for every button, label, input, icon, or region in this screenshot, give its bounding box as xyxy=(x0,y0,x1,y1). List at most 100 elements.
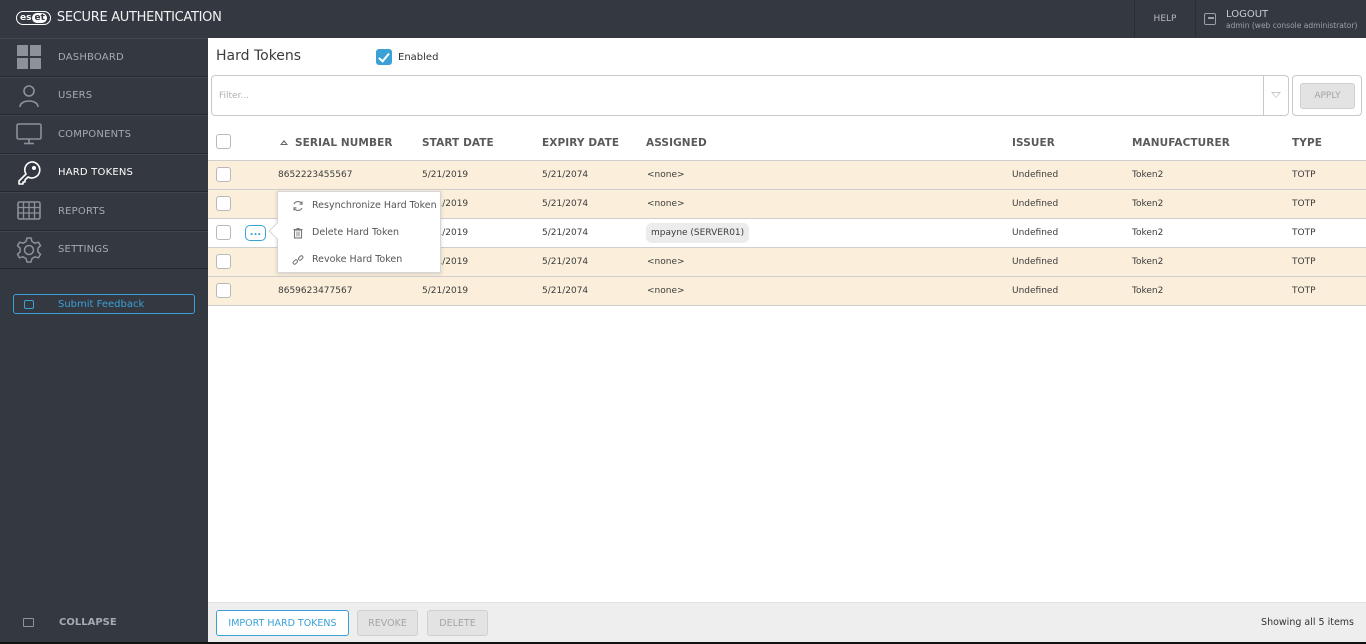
assigned-user-chip[interactable]: mpayne (SERVER01) xyxy=(646,223,750,243)
user-icon xyxy=(16,83,42,109)
menu-item-label: Resynchronize Hard Token xyxy=(312,200,437,211)
cell-expiry-date: 5/21/2074 xyxy=(542,170,589,180)
cell-expiry-date: 5/21/2074 xyxy=(542,257,589,267)
unlink-icon xyxy=(292,254,304,266)
cell-type: TOTP xyxy=(1292,257,1316,267)
cell-assigned: <none> xyxy=(647,170,685,180)
current-user-label: admin (web console administrator) xyxy=(1226,20,1358,30)
sidebar-item-label: HARD TOKENS xyxy=(58,167,134,179)
delete-button[interactable]: DELETE xyxy=(427,610,488,636)
row-context-menu: Resynchronize Hard Token Delete Hard Tok… xyxy=(268,191,441,273)
column-header-serial-number[interactable]: SERIAL NUMBER xyxy=(280,124,393,161)
enabled-label: Enabled xyxy=(398,51,439,63)
grid-icon xyxy=(16,198,42,224)
cell-assigned: <none> xyxy=(647,286,685,296)
cell-issuer: Undefined xyxy=(1012,170,1059,180)
column-header-issuer[interactable]: ISSUER xyxy=(1012,124,1055,161)
apply-button[interactable]: APPLY xyxy=(1300,83,1355,109)
gear-icon xyxy=(16,237,42,263)
cell-manufacturer: Token2 xyxy=(1132,170,1164,180)
sidebar-item-settings[interactable]: SETTINGS xyxy=(0,230,208,269)
items-count-status: Showing all 5 items xyxy=(1261,617,1354,628)
row-actions-button[interactable]: ... xyxy=(245,225,266,241)
checkbox-checked-icon xyxy=(376,49,392,65)
menu-item-delete[interactable]: Delete Hard Token xyxy=(278,219,440,246)
sidebar-item-users[interactable]: USERS xyxy=(0,76,208,115)
row-checkbox[interactable] xyxy=(216,196,231,211)
cell-assigned: <none> xyxy=(647,257,685,267)
column-header-start-date[interactable]: START DATE xyxy=(422,124,494,161)
sidebar: DASHBOARD USERS COMPONENTS HARD TOKENS R… xyxy=(0,38,208,644)
logout-icon xyxy=(1204,13,1216,25)
column-header-expiry-date[interactable]: EXPIRY DATE xyxy=(542,124,619,161)
filter-input[interactable] xyxy=(212,76,1264,115)
table-row[interactable]: 8659623477567 5/21/2019 5/21/2074 <none>… xyxy=(208,277,1366,306)
cell-manufacturer: Token2 xyxy=(1132,228,1164,238)
main-content: Hard Tokens Enabled APPLY SERIAL NUMBER … xyxy=(208,38,1366,644)
dashboard-icon xyxy=(16,44,42,70)
column-header-label: SERIAL NUMBER xyxy=(295,136,393,149)
sidebar-item-reports[interactable]: REPORTS xyxy=(0,192,208,231)
filter-dropdown-toggle[interactable] xyxy=(1263,76,1288,115)
sidebar-item-hard-tokens[interactable]: HARD TOKENS xyxy=(0,153,208,192)
logout-label: LOGOUT xyxy=(1226,8,1269,20)
cell-manufacturer: Token2 xyxy=(1132,286,1164,296)
sync-icon xyxy=(292,200,304,212)
column-header-type[interactable]: TYPE xyxy=(1292,124,1322,161)
enabled-checkbox[interactable]: Enabled xyxy=(376,49,438,65)
collapse-label: COLLAPSE xyxy=(59,616,117,628)
collapse-sidebar-button[interactable]: COLLAPSE xyxy=(0,614,208,630)
menu-item-revoke[interactable]: Revoke Hard Token xyxy=(278,246,440,273)
cell-type: TOTP xyxy=(1292,199,1316,209)
cell-issuer: Undefined xyxy=(1012,257,1059,267)
top-bar: es et SECURE AUTHENTICATION HELP LOGOUT a… xyxy=(0,0,1366,38)
row-checkbox[interactable] xyxy=(216,225,231,240)
revoke-button[interactable]: REVOKE xyxy=(357,610,418,636)
page-title: Hard Tokens xyxy=(216,48,302,64)
sidebar-item-label: USERS xyxy=(58,90,93,102)
cell-assigned: mpayne (SERVER01) xyxy=(646,219,750,247)
sidebar-item-label: COMPONENTS xyxy=(58,128,132,140)
column-header-manufacturer[interactable]: MANUFACTURER xyxy=(1132,124,1230,161)
row-checkbox[interactable] xyxy=(216,254,231,269)
sidebar-item-dashboard[interactable]: DASHBOARD xyxy=(0,38,208,77)
cell-expiry-date: 5/21/2074 xyxy=(542,286,589,296)
cell-assigned: <none> xyxy=(647,199,685,209)
menu-item-label: Delete Hard Token xyxy=(312,227,400,238)
row-checkbox[interactable] xyxy=(216,167,231,182)
submit-feedback-button[interactable]: Submit Feedback xyxy=(13,294,195,314)
cell-serial: 8659623477567 xyxy=(278,286,353,296)
cell-issuer: Undefined xyxy=(1012,199,1059,209)
cell-type: TOTP xyxy=(1292,286,1316,296)
monitor-icon xyxy=(16,121,42,147)
filter-box xyxy=(211,75,1289,116)
cell-manufacturer: Token2 xyxy=(1132,257,1164,267)
cell-issuer: Undefined xyxy=(1012,228,1059,238)
cell-type: TOTP xyxy=(1292,170,1316,180)
collapse-icon xyxy=(23,617,34,627)
trash-icon xyxy=(292,227,304,239)
table-row[interactable]: 8652223455567 5/21/2019 5/21/2074 <none>… xyxy=(208,161,1366,190)
cell-start-date: 5/21/2019 xyxy=(422,286,469,296)
cell-type: TOTP xyxy=(1292,228,1316,238)
menu-item-resynchronize[interactable]: Resynchronize Hard Token xyxy=(278,192,440,219)
key-icon xyxy=(16,160,42,186)
chat-icon xyxy=(24,299,34,309)
eset-logo-icon: es et xyxy=(16,10,51,25)
sidebar-item-label: SETTINGS xyxy=(58,244,109,256)
logout-button[interactable]: LOGOUT admin (web console administrator) xyxy=(1204,0,1357,38)
help-button[interactable]: HELP xyxy=(1134,0,1196,38)
import-hard-tokens-button[interactable]: IMPORT HARD TOKENS xyxy=(216,610,349,636)
sidebar-item-label: REPORTS xyxy=(58,205,106,217)
cell-issuer: Undefined xyxy=(1012,286,1059,296)
select-all-checkbox[interactable] xyxy=(216,134,231,149)
app-title: SECURE AUTHENTICATION xyxy=(56,10,222,25)
sidebar-item-components[interactable]: COMPONENTS xyxy=(0,115,208,154)
menu-item-label: Revoke Hard Token xyxy=(312,254,403,265)
cell-start-date: 5/21/2019 xyxy=(422,170,469,180)
row-checkbox[interactable] xyxy=(216,283,231,298)
column-header-assigned[interactable]: ASSIGNED xyxy=(646,124,707,161)
cell-expiry-date: 5/21/2074 xyxy=(542,228,589,238)
cell-manufacturer: Token2 xyxy=(1132,199,1164,209)
footer-toolbar: IMPORT HARD TOKENS REVOKE DELETE Showing… xyxy=(208,602,1366,644)
